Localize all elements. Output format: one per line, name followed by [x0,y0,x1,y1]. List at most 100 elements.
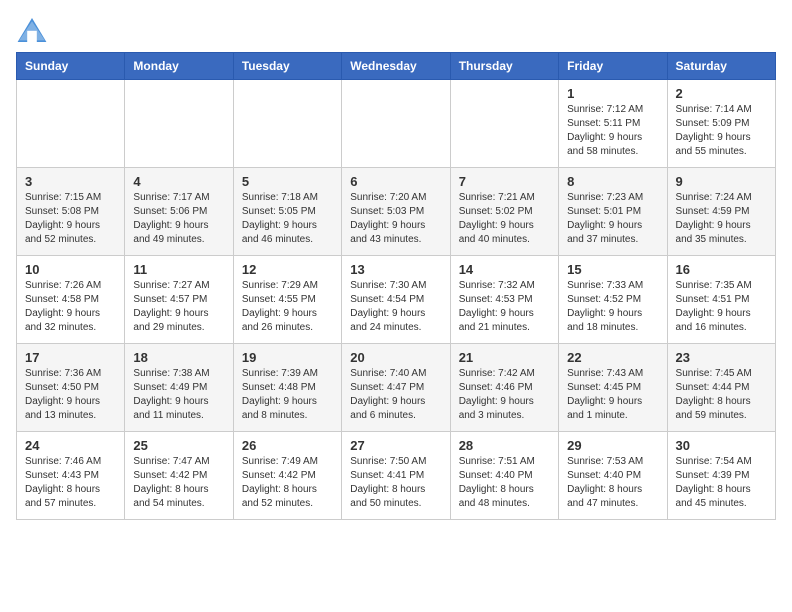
day-info: Sunrise: 7:53 AM Sunset: 4:40 PM Dayligh… [567,455,658,511]
day-number: 25 [133,438,224,453]
day-info: Sunrise: 7:46 AM Sunset: 4:43 PM Dayligh… [25,455,116,511]
day-info: Sunrise: 7:14 AM Sunset: 5:09 PM Dayligh… [676,103,767,159]
day-number: 13 [350,262,441,277]
calendar-week-row: 3Sunrise: 7:15 AM Sunset: 5:08 PM Daylig… [17,168,776,256]
calendar-day-cell: 28 Sunrise: 7:51 AM Sunset: 4:40 PM Dayli… [450,432,558,520]
calendar-table: SundayMondayTuesdayWednesdayThursdayFrid… [16,52,776,520]
day-info: Sunrise: 7:30 AM Sunset: 4:54 PM Dayligh… [350,279,441,335]
day-number: 27 [350,438,441,453]
day-number: 29 [567,438,658,453]
calendar-day-cell: 18 Sunrise: 7:38 AM Sunset: 4:49 PM Dayli… [125,344,233,432]
calendar-day-cell: 10 Sunrise: 7:26 AM Sunset: 4:58 PM Dayli… [17,256,125,344]
calendar-week-row: 1 Sunrise: 7:12 AM Sunset: 5:11 PM Daylig… [17,80,776,168]
calendar-day-cell: 19 Sunrise: 7:39 AM Sunset: 4:48 PM Dayli… [233,344,341,432]
day-number: 4 [133,174,224,189]
day-info: Sunrise: 7:42 AM Sunset: 4:46 PM Dayligh… [459,367,550,423]
day-number: 1 [567,86,658,101]
day-info: Sunrise: 7:39 AM Sunset: 4:48 PM Dayligh… [242,367,333,423]
logo [16,16,52,44]
day-info: Sunrise: 7:35 AM Sunset: 4:51 PM Dayligh… [676,279,767,335]
calendar-day-cell: 8Sunrise: 7:23 AM Sunset: 5:01 PM Daylig… [559,168,667,256]
day-number: 19 [242,350,333,365]
calendar-day-cell: 5 Sunrise: 7:18 AM Sunset: 5:05 PM Daylig… [233,168,341,256]
day-of-week-header: Wednesday [342,53,450,80]
calendar-day-cell [342,80,450,168]
calendar-day-cell [17,80,125,168]
calendar-day-cell: 2 Sunrise: 7:14 AM Sunset: 5:09 PM Daylig… [667,80,775,168]
calendar-day-cell: 21 Sunrise: 7:42 AM Sunset: 4:46 PM Dayli… [450,344,558,432]
day-number: 10 [25,262,116,277]
day-info: Sunrise: 7:18 AM Sunset: 5:05 PM Dayligh… [242,191,333,247]
calendar-day-cell: 13 Sunrise: 7:30 AM Sunset: 4:54 PM Dayli… [342,256,450,344]
day-of-week-header: Sunday [17,53,125,80]
day-of-week-header: Thursday [450,53,558,80]
day-of-week-header: Tuesday [233,53,341,80]
calendar-day-cell: 15 Sunrise: 7:33 AM Sunset: 4:52 PM Dayli… [559,256,667,344]
logo-icon [16,16,48,44]
calendar-day-cell: 25 Sunrise: 7:47 AM Sunset: 4:42 PM Dayli… [125,432,233,520]
day-info: Sunrise: 7:17 AM Sunset: 5:06 PM Dayligh… [133,191,224,247]
day-number: 17 [25,350,116,365]
day-number: 24 [25,438,116,453]
day-number: 5 [242,174,333,189]
day-of-week-header: Saturday [667,53,775,80]
day-info: Sunrise: 7:32 AM Sunset: 4:53 PM Dayligh… [459,279,550,335]
day-info: Sunrise: 7:45 AM Sunset: 4:44 PM Dayligh… [676,367,767,423]
day-of-week-header: Monday [125,53,233,80]
day-number: 26 [242,438,333,453]
day-number: 6 [350,174,441,189]
calendar-day-cell: 12Sunrise: 7:29 AM Sunset: 4:55 PM Dayli… [233,256,341,344]
calendar-week-row: 24 Sunrise: 7:46 AM Sunset: 4:43 PM Dayli… [17,432,776,520]
day-info: Sunrise: 7:27 AM Sunset: 4:57 PM Dayligh… [133,279,224,335]
calendar-day-cell: 7 Sunrise: 7:21 AM Sunset: 5:02 PM Daylig… [450,168,558,256]
calendar-day-cell [450,80,558,168]
calendar-day-cell: 23 Sunrise: 7:45 AM Sunset: 4:44 PM Dayli… [667,344,775,432]
calendar-day-cell: 16 Sunrise: 7:35 AM Sunset: 4:51 PM Dayli… [667,256,775,344]
day-number: 18 [133,350,224,365]
day-info: Sunrise: 7:21 AM Sunset: 5:02 PM Dayligh… [459,191,550,247]
day-number: 22 [567,350,658,365]
day-info: Sunrise: 7:51 AM Sunset: 4:40 PM Dayligh… [459,455,550,511]
day-info: Sunrise: 7:49 AM Sunset: 4:42 PM Dayligh… [242,455,333,511]
calendar-day-cell: 22 Sunrise: 7:43 AM Sunset: 4:45 PM Dayli… [559,344,667,432]
calendar-day-cell: 6Sunrise: 7:20 AM Sunset: 5:03 PM Daylig… [342,168,450,256]
day-info: Sunrise: 7:36 AM Sunset: 4:50 PM Dayligh… [25,367,116,423]
calendar-day-cell: 20Sunrise: 7:40 AM Sunset: 4:47 PM Dayli… [342,344,450,432]
calendar-day-cell: 30 Sunrise: 7:54 AM Sunset: 4:39 PM Dayli… [667,432,775,520]
day-info: Sunrise: 7:47 AM Sunset: 4:42 PM Dayligh… [133,455,224,511]
calendar-day-cell: 14Sunrise: 7:32 AM Sunset: 4:53 PM Dayli… [450,256,558,344]
calendar-day-cell [233,80,341,168]
calendar-day-cell: 29 Sunrise: 7:53 AM Sunset: 4:40 PM Dayli… [559,432,667,520]
calendar-day-cell: 4 Sunrise: 7:17 AM Sunset: 5:06 PM Daylig… [125,168,233,256]
day-info: Sunrise: 7:43 AM Sunset: 4:45 PM Dayligh… [567,367,658,423]
day-number: 20 [350,350,441,365]
day-info: Sunrise: 7:54 AM Sunset: 4:39 PM Dayligh… [676,455,767,511]
day-number: 7 [459,174,550,189]
calendar-day-cell: 9Sunrise: 7:24 AM Sunset: 4:59 PM Daylig… [667,168,775,256]
day-number: 30 [676,438,767,453]
calendar-week-row: 10 Sunrise: 7:26 AM Sunset: 4:58 PM Dayli… [17,256,776,344]
day-number: 23 [676,350,767,365]
day-number: 16 [676,262,767,277]
day-info: Sunrise: 7:38 AM Sunset: 4:49 PM Dayligh… [133,367,224,423]
day-number: 28 [459,438,550,453]
calendar-day-cell: 27 Sunrise: 7:50 AM Sunset: 4:41 PM Dayli… [342,432,450,520]
calendar-day-cell: 17 Sunrise: 7:36 AM Sunset: 4:50 PM Dayli… [17,344,125,432]
day-number: 15 [567,262,658,277]
day-number: 2 [676,86,767,101]
day-number: 21 [459,350,550,365]
calendar-day-cell: 26 Sunrise: 7:49 AM Sunset: 4:42 PM Dayli… [233,432,341,520]
day-number: 9 [676,174,767,189]
day-info: Sunrise: 7:29 AM Sunset: 4:55 PM Dayligh… [242,279,333,335]
day-info: Sunrise: 7:33 AM Sunset: 4:52 PM Dayligh… [567,279,658,335]
calendar-header-row: SundayMondayTuesdayWednesdayThursdayFrid… [17,53,776,80]
calendar-day-cell: 11Sunrise: 7:27 AM Sunset: 4:57 PM Dayli… [125,256,233,344]
day-info: Sunrise: 7:12 AM Sunset: 5:11 PM Dayligh… [567,103,658,159]
day-info: Sunrise: 7:50 AM Sunset: 4:41 PM Dayligh… [350,455,441,511]
day-info: Sunrise: 7:23 AM Sunset: 5:01 PM Dayligh… [567,191,658,247]
calendar-day-cell: 24 Sunrise: 7:46 AM Sunset: 4:43 PM Dayli… [17,432,125,520]
day-info: Sunrise: 7:26 AM Sunset: 4:58 PM Dayligh… [25,279,116,335]
calendar-week-row: 17 Sunrise: 7:36 AM Sunset: 4:50 PM Dayli… [17,344,776,432]
calendar-day-cell: 3Sunrise: 7:15 AM Sunset: 5:08 PM Daylig… [17,168,125,256]
page-header [16,16,776,44]
